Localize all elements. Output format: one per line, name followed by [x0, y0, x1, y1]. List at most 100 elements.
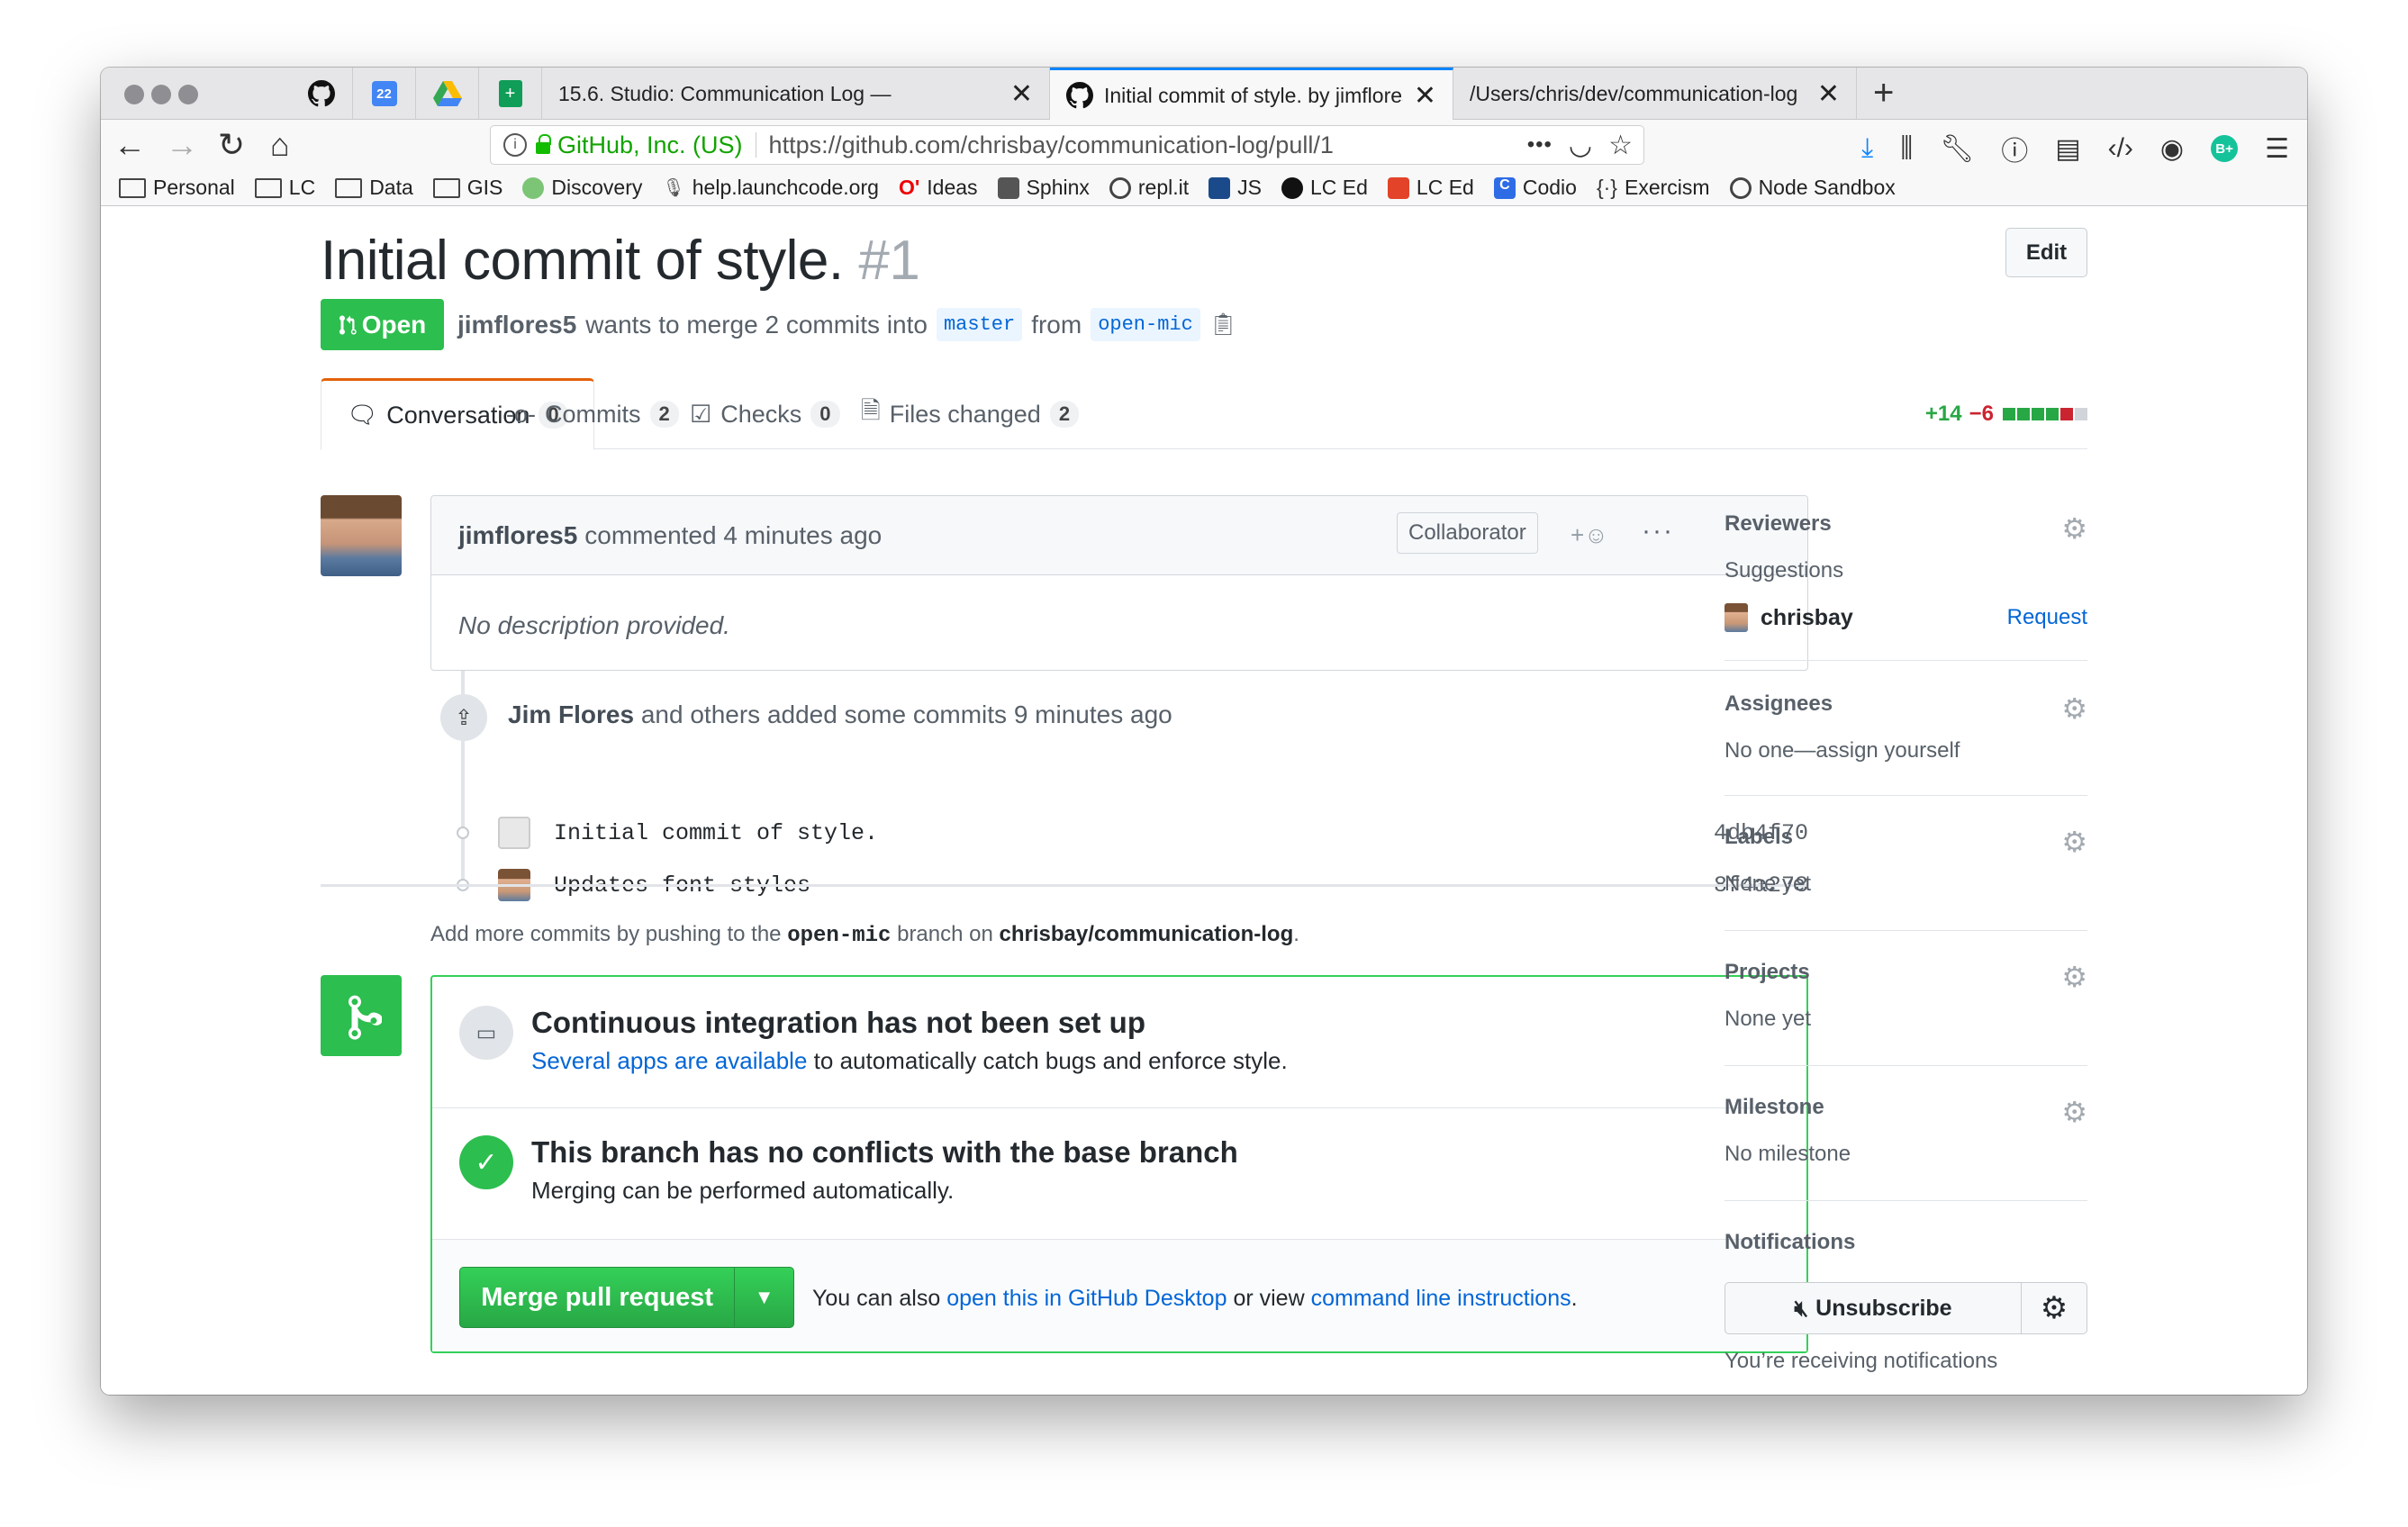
bookmark-link[interactable]: O' Ideas [899, 176, 978, 200]
account-icon[interactable]: ◉ [2160, 133, 2184, 165]
add-reaction-icon[interactable]: +☺ [1571, 521, 1608, 549]
pinned-tab-drive[interactable] [416, 68, 479, 120]
tab-files-changed[interactable]: 🗎︎ Files changed 2 [861, 378, 1080, 450]
unsubscribe-button[interactable]: 🔇︎ Unsubscribe [1725, 1282, 2022, 1334]
close-tab-icon[interactable]: ✕ [1010, 78, 1033, 110]
avatar[interactable] [1725, 603, 1748, 632]
forward-icon[interactable]: → [166, 127, 198, 163]
bookmark-label: LC Ed [1309, 176, 1368, 199]
chevron-down-icon[interactable]: ▼ [734, 1268, 793, 1327]
gear-icon[interactable]: ⚙ [2061, 960, 2087, 994]
avatar[interactable] [321, 495, 402, 576]
address-bar[interactable]: i GitHub, Inc. (US) https://github.com/c… [490, 125, 1644, 165]
sidebar-heading[interactable]: Labels [1725, 796, 2087, 850]
close-tab-icon[interactable]: ✕ [1817, 78, 1840, 110]
grammarly-icon[interactable]: B+ [2211, 135, 2239, 162]
pr-number: #1 [858, 230, 920, 292]
bookmark-label: Codio [1522, 176, 1577, 199]
pinned-tab-calendar[interactable]: 22 [353, 68, 416, 120]
bookmark-folder[interactable]: Personal [119, 176, 235, 200]
pinned-tab-github[interactable] [290, 68, 353, 120]
reload-icon[interactable]: ↻ [218, 127, 245, 163]
avatar[interactable] [498, 817, 530, 849]
info-icon[interactable]: i [503, 133, 527, 157]
sidebar-heading[interactable]: Reviewers [1725, 495, 2087, 537]
head-branch[interactable]: open-mic [1091, 308, 1200, 341]
event-author[interactable]: Jim Flores [508, 700, 634, 728]
comment-time[interactable]: commented 4 minutes ago [584, 521, 882, 550]
bookmark-link[interactable]: Sphinx [997, 176, 1090, 200]
clipboard-icon[interactable]: 📋︎ [1209, 312, 1236, 338]
bookmark-folder[interactable]: Data [335, 176, 413, 200]
zoom-window-button[interactable] [178, 85, 198, 104]
notification-settings-button[interactable]: ⚙ [2022, 1282, 2087, 1334]
devtools-icon[interactable]: ‹/› [2108, 133, 2133, 164]
bookmark-link[interactable]: JS [1209, 176, 1262, 200]
ci-section: ▭ Continuous integration has not been se… [432, 977, 1806, 1108]
bookmark-link[interactable]: LC Ed [1387, 176, 1474, 200]
base-branch[interactable]: master [936, 308, 1023, 341]
tab-local-file[interactable]: /Users/chris/dev/communication-log ✕ [1453, 68, 1857, 120]
sidebar-icon[interactable]: ▤ [2055, 133, 2080, 165]
bookmark-star-icon[interactable]: ☆ [1608, 130, 1633, 161]
push-note-repo: chrisbay/communication-log [999, 922, 1294, 946]
pocket-icon[interactable]: ◡ [1569, 130, 1592, 161]
home-icon[interactable]: ⌂ [270, 127, 290, 163]
github-desktop-link[interactable]: open this in GitHub Desktop [946, 1286, 1227, 1311]
gear-icon[interactable]: ⚙ [2061, 825, 2087, 859]
menu-icon[interactable]: ☰ [2265, 133, 2289, 165]
commits-event: Jim Flores and others added some commits… [508, 700, 1172, 729]
bookmark-folder[interactable]: GIS [432, 176, 502, 200]
sidebar-heading[interactable]: Assignees [1725, 661, 2087, 717]
pinned-tab-sheets[interactable]: + [479, 68, 542, 120]
minimize-window-button[interactable] [151, 85, 171, 104]
sidebar-heading[interactable]: Projects [1725, 931, 2087, 985]
bookmark-link[interactable]: Discovery [522, 176, 642, 200]
reviewer-name[interactable]: chrisbay [1761, 605, 1853, 631]
close-tab-icon[interactable]: ✕ [1414, 80, 1436, 112]
bookmark-link[interactable]: C Codio [1493, 176, 1577, 200]
request-review-link[interactable]: Request [2007, 605, 2087, 630]
site-identity[interactable]: GitHub, Inc. (US) [557, 131, 743, 159]
wrench-icon[interactable]: 🔧︎ [1940, 133, 1974, 165]
bookmark-link[interactable]: {·} Exercism [1597, 176, 1710, 200]
merge-button[interactable]: Merge pull request ▼ [459, 1267, 794, 1328]
tab-pull-request[interactable]: Initial commit of style. by jimflores ✕ [1050, 68, 1453, 121]
url-text[interactable]: https://github.com/chrisbay/communicatio… [769, 131, 1527, 159]
reviewer-suggestion: chrisbay Request [1725, 603, 2087, 632]
bookmark-link[interactable]: repl.it [1109, 176, 1189, 200]
author-link[interactable]: jimflores5 [457, 311, 576, 339]
new-tab-button[interactable]: + [1873, 73, 1894, 113]
alt-text: . [1571, 1286, 1578, 1311]
unsubscribe-label: Unsubscribe [1815, 1295, 1952, 1321]
downloads-icon[interactable]: ⤓ [1861, 133, 1873, 164]
sidebar-heading[interactable]: Milestone [1725, 1066, 2087, 1120]
assignees-text[interactable]: No one—assign yourself [1725, 738, 2087, 764]
gear-icon[interactable]: ⚙ [2061, 1095, 2087, 1129]
comment-box: jimflores5 commented 4 minutes ago Colla… [430, 495, 1808, 671]
apps-link[interactable]: Several apps are available [531, 1047, 807, 1074]
bookmark-folder[interactable]: LC [254, 176, 315, 200]
command-line-link[interactable]: command line instructions [1311, 1286, 1571, 1311]
tab-studio[interactable]: 15.6. Studio: Communication Log — ✕ [542, 68, 1050, 120]
page-actions-icon[interactable]: ••• [1527, 132, 1553, 158]
bookmark-link[interactable]: LC Ed [1281, 176, 1368, 200]
pr-title-text: Initial commit of style. [321, 230, 844, 292]
tab-checks[interactable]: ☑ Checks 0 [690, 378, 840, 450]
gear-icon[interactable]: ⚙ [2061, 511, 2087, 546]
commit-message[interactable]: Initial commit of style. [554, 820, 878, 846]
tab-label: Commits [545, 400, 641, 428]
tab-commits[interactable]: -o- Commits 2 [506, 378, 679, 450]
edit-button[interactable]: Edit [2005, 228, 2087, 277]
tab-counter: 2 [649, 401, 679, 428]
back-icon[interactable]: ← [113, 127, 146, 163]
gear-icon[interactable]: ⚙ [2061, 691, 2087, 726]
more-options-icon[interactable]: ··· [1642, 516, 1674, 547]
event-text: and others added some commits 9 minutes … [640, 700, 1172, 728]
bookmark-link[interactable]: 🎙︎ help.launchcode.org [662, 176, 879, 200]
comment-author[interactable]: jimflores5 [458, 521, 577, 550]
bookmark-link[interactable]: Node Sandbox [1729, 176, 1896, 200]
close-window-button[interactable] [124, 85, 144, 104]
extension-icon[interactable]: ⓘ [2001, 129, 2028, 168]
library-icon[interactable]: ⫼ [1900, 133, 1913, 164]
